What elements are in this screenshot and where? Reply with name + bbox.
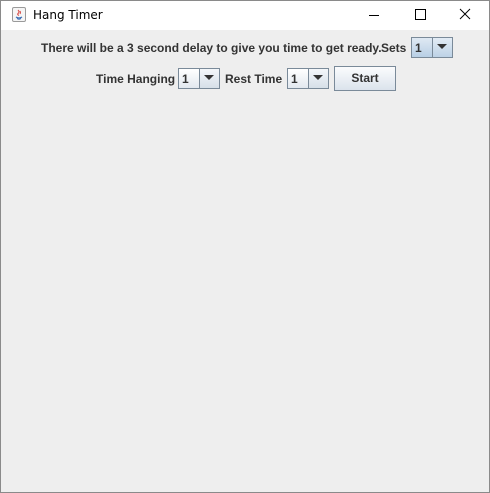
rest-time-label: Rest Time (225, 72, 283, 86)
maximize-icon (415, 9, 426, 20)
window-title: Hang Timer (33, 8, 103, 22)
time-hanging-value: 1 (182, 72, 189, 86)
triangle-down-icon (204, 75, 214, 80)
triangle-down-icon (313, 75, 323, 80)
rest-time-value: 1 (291, 72, 298, 86)
close-icon (459, 8, 471, 20)
rest-time-dropdown[interactable]: 1 (287, 68, 329, 89)
minimize-icon (369, 15, 379, 16)
title-bar[interactable]: Hang Timer (1, 1, 489, 30)
app-window: Hang Timer There will be a 3 second dela… (0, 0, 490, 493)
maximize-button[interactable] (397, 1, 443, 30)
time-hanging-dropdown[interactable]: 1 (178, 68, 220, 89)
sets-dropdown-arrow[interactable] (432, 38, 452, 57)
java-icon (12, 7, 26, 22)
sets-dropdown[interactable]: 1 (411, 37, 453, 58)
time-hanging-dropdown-arrow[interactable] (199, 69, 219, 88)
time-hanging-label: Time Hanging (96, 72, 176, 86)
minimize-button[interactable] (351, 1, 397, 30)
sets-value: 1 (415, 41, 422, 55)
sets-label: Sets (381, 41, 407, 55)
triangle-down-icon (437, 44, 447, 49)
content-panel: There will be a 3 second delay to give y… (1, 30, 489, 492)
start-button[interactable]: Start (334, 66, 396, 91)
rest-time-dropdown-arrow[interactable] (308, 69, 328, 88)
delay-message: There will be a 3 second delay to give y… (41, 41, 382, 55)
close-button[interactable] (443, 1, 489, 30)
